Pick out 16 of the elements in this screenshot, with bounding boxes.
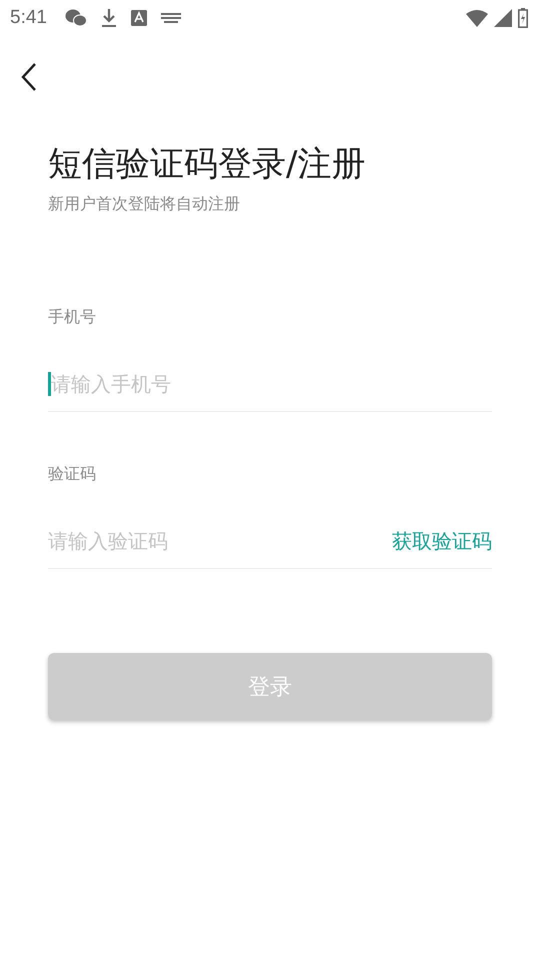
battery-charging-icon xyxy=(518,8,528,28)
page-title: 短信验证码登录/注册 xyxy=(48,143,366,186)
download-icon xyxy=(100,8,117,28)
chat-bubbles-icon xyxy=(64,9,87,27)
phone-input-field[interactable]: 请输入手机号 xyxy=(51,369,492,399)
status-time: 5:41 xyxy=(10,7,47,29)
keyboard-icon xyxy=(160,12,181,24)
field-label: 验证码 xyxy=(48,464,97,484)
field-label: 手机号 xyxy=(48,307,97,327)
back-icon[interactable] xyxy=(20,62,38,92)
signal-icon xyxy=(494,9,512,27)
wifi-icon xyxy=(466,10,488,26)
code-input-field[interactable]: 请输入验证码 xyxy=(48,526,392,556)
get-code-button[interactable]: 获取验证码 xyxy=(392,528,492,554)
text-box-icon xyxy=(130,10,147,26)
page-subtitle: 新用户首次登陆将自动注册 xyxy=(48,194,241,215)
